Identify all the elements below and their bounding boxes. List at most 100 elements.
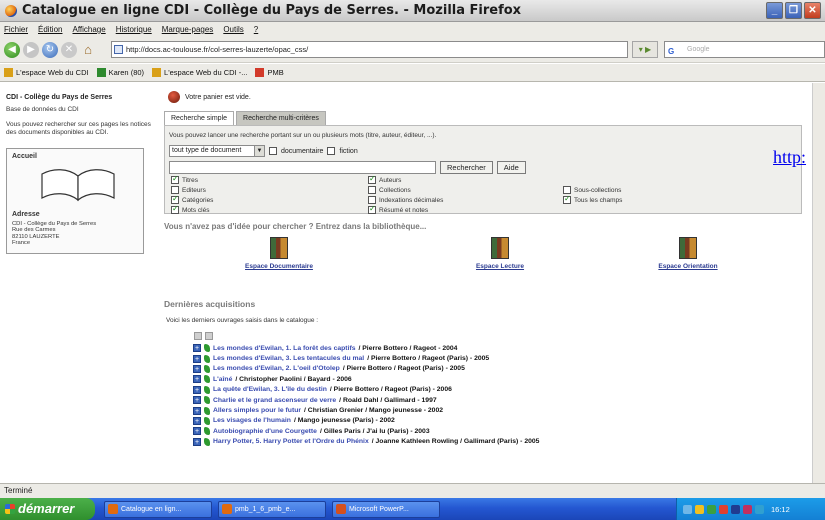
acq-title-link[interactable]: Harry Potter, 5. Harry Potter et l'Ordre… bbox=[213, 438, 369, 445]
expand-icon[interactable]: + bbox=[193, 344, 201, 353]
tab-recherche-simple[interactable]: Recherche simple bbox=[164, 111, 235, 125]
espace-orientation-link[interactable]: Espace Orientation bbox=[633, 237, 743, 270]
network-icon[interactable] bbox=[683, 504, 692, 514]
url-bar[interactable]: http://docs.ac-toulouse.fr/col-serres-la… bbox=[111, 41, 628, 58]
acq-title-link[interactable]: Les visages de l'humain bbox=[213, 417, 291, 424]
start-button[interactable]: démarrer bbox=[0, 498, 95, 520]
resume-checkbox[interactable] bbox=[368, 204, 376, 214]
bookmarks-toolbar: L'espace Web du CDI Karen (80) L'espace … bbox=[0, 64, 825, 82]
book-icon bbox=[204, 385, 210, 394]
basket-icon[interactable] bbox=[168, 91, 180, 103]
close-button[interactable]: ✕ bbox=[804, 2, 821, 19]
clock: 16:12 bbox=[771, 504, 790, 514]
firefox-icon bbox=[222, 504, 232, 514]
menu-edition[interactable]: Édition bbox=[38, 25, 62, 34]
bookmark-espace-web-cdi-2[interactable]: L'espace Web du CDI -... bbox=[152, 68, 247, 77]
acq-title-link[interactable]: Les mondes d'Ewilan, 3. Les tentacules d… bbox=[213, 355, 364, 362]
menu-help[interactable]: ? bbox=[254, 25, 258, 34]
sous-collections-checkbox[interactable] bbox=[563, 186, 571, 194]
menu-outils[interactable]: Outils bbox=[223, 25, 243, 34]
auteurs-label: Auteurs bbox=[379, 176, 402, 184]
bookmark-pmb[interactable]: PMB bbox=[255, 68, 284, 77]
mots-cles-checkbox[interactable] bbox=[171, 204, 179, 214]
documentaire-checkbox[interactable] bbox=[269, 147, 277, 155]
bookmark-icon bbox=[4, 68, 13, 77]
powerpoint-icon bbox=[336, 504, 346, 514]
tous-champs-checkbox[interactable] bbox=[563, 194, 571, 204]
search-query-input[interactable] bbox=[169, 161, 436, 174]
sidebar-intro: Vous pouvez rechercher sur ces pages les… bbox=[6, 121, 151, 136]
window-titlebar: Catalogue en ligne CDI - Collège du Pays… bbox=[0, 0, 825, 22]
expand-icon[interactable]: + bbox=[193, 364, 201, 373]
espace-label: Espace Documentaire bbox=[245, 263, 313, 270]
editeurs-checkbox[interactable] bbox=[171, 186, 179, 194]
espace-documentaire-link[interactable]: Espace Documentaire bbox=[224, 237, 334, 270]
menu-affichage[interactable]: Affichage bbox=[72, 25, 105, 34]
vertical-scrollbar[interactable] bbox=[812, 83, 825, 483]
menu-marque-pages[interactable]: Marque-pages bbox=[162, 25, 214, 34]
menu-bar: Fichier Édition Affichage Historique Mar… bbox=[0, 22, 825, 37]
maximize-button[interactable]: ❐ bbox=[785, 2, 802, 19]
taskbar-item-pmb[interactable]: pmb_1_6_pmb_e... bbox=[218, 501, 326, 518]
expand-icon[interactable]: + bbox=[193, 354, 201, 363]
acq-title-link[interactable]: Les mondes d'Ewilan, 1. La forêt des cap… bbox=[213, 345, 356, 352]
acq-title-link[interactable]: Charlie et le grand ascenseur de verre bbox=[213, 397, 336, 404]
taskbar-item-firefox[interactable]: Catalogue en lign... bbox=[104, 501, 212, 518]
expand-icon[interactable]: + bbox=[193, 427, 201, 436]
aide-button[interactable]: Aide bbox=[496, 161, 526, 174]
bookmark-espace-web-cdi[interactable]: L'espace Web du CDI bbox=[4, 68, 89, 77]
expand-icon[interactable]: + bbox=[193, 385, 201, 394]
expand-icon[interactable]: + bbox=[193, 406, 201, 415]
espace-lecture-link[interactable]: Espace Lecture bbox=[445, 237, 555, 270]
volume-icon[interactable] bbox=[731, 504, 740, 514]
rechercher-button[interactable]: Rechercher bbox=[440, 161, 493, 174]
print-icon[interactable] bbox=[205, 332, 213, 340]
expand-icon[interactable]: + bbox=[193, 396, 201, 405]
acq-title-link[interactable]: Les mondes d'Ewilan, 2. L'oeil d'Otolep bbox=[213, 365, 340, 372]
bookmark-karen[interactable]: Karen (80) bbox=[96, 68, 144, 77]
acq-title-link[interactable]: La quête d'Ewilan, 3. L'île du destin bbox=[213, 386, 327, 393]
acq-title-link[interactable]: Allers simples pour le futur bbox=[213, 407, 301, 414]
stop-icon[interactable]: ✕ bbox=[61, 41, 77, 58]
minimize-button[interactable]: _ bbox=[766, 2, 783, 19]
go-button[interactable]: ▾ ▶ bbox=[632, 41, 658, 58]
fiction-checkbox[interactable] bbox=[327, 147, 336, 155]
collections-checkbox[interactable] bbox=[368, 186, 376, 194]
forward-arrow-icon[interactable]: ▶ bbox=[23, 41, 39, 58]
task-label: Microsoft PowerP... bbox=[349, 506, 409, 513]
doc-type-select[interactable]: tout type de document ▼ bbox=[169, 145, 265, 157]
menu-historique[interactable]: Historique bbox=[116, 25, 152, 34]
bookmark-label: PMB bbox=[267, 68, 284, 77]
expand-icon[interactable]: + bbox=[193, 437, 201, 446]
menu-fichier[interactable]: Fichier bbox=[4, 25, 28, 34]
taskbar-item-powerpoint[interactable]: Microsoft PowerP... bbox=[332, 501, 440, 518]
book-icon bbox=[204, 406, 210, 415]
sous-collections-label: Sous-collections bbox=[574, 186, 622, 194]
acq-title-link[interactable]: Autobiographie d'une Courgette bbox=[213, 428, 317, 435]
adresse-block: Adresse CDI - Collège du Pays de Serres … bbox=[12, 211, 138, 247]
monitor-icon[interactable] bbox=[755, 504, 764, 514]
back-arrow-icon[interactable]: ◀ bbox=[4, 41, 20, 58]
reload-icon[interactable]: ↻ bbox=[42, 41, 58, 58]
add-to-basket-icon[interactable] bbox=[194, 332, 202, 340]
auteurs-checkbox[interactable] bbox=[368, 174, 376, 184]
list-item: + Harry Potter, 5. Harry Potter et l'Ordr… bbox=[193, 437, 804, 447]
antivirus-icon[interactable] bbox=[719, 504, 728, 514]
shield-icon[interactable] bbox=[695, 504, 704, 514]
categories-checkbox[interactable] bbox=[171, 194, 179, 204]
tab-recherche-multi[interactable]: Recherche multi-critères bbox=[236, 111, 326, 125]
indexations-checkbox[interactable] bbox=[368, 196, 376, 204]
tray-app-icon[interactable] bbox=[743, 504, 752, 514]
home-icon[interactable]: ⌂ bbox=[80, 42, 96, 58]
categories-label: Catégories bbox=[182, 196, 214, 204]
update-icon[interactable] bbox=[707, 504, 716, 514]
accueil-link[interactable]: Accueil bbox=[12, 153, 138, 160]
expand-icon[interactable]: + bbox=[193, 375, 201, 384]
acq-title-link[interactable]: L'aîné bbox=[213, 376, 232, 383]
resume-label: Résumé et notes bbox=[379, 206, 429, 214]
expand-icon[interactable]: + bbox=[193, 416, 201, 425]
search-input[interactable]: G Google bbox=[664, 41, 825, 58]
titres-checkbox[interactable] bbox=[171, 174, 179, 184]
overlay-url-link[interactable]: http: bbox=[773, 147, 806, 168]
collections-label: Collections bbox=[379, 186, 411, 194]
